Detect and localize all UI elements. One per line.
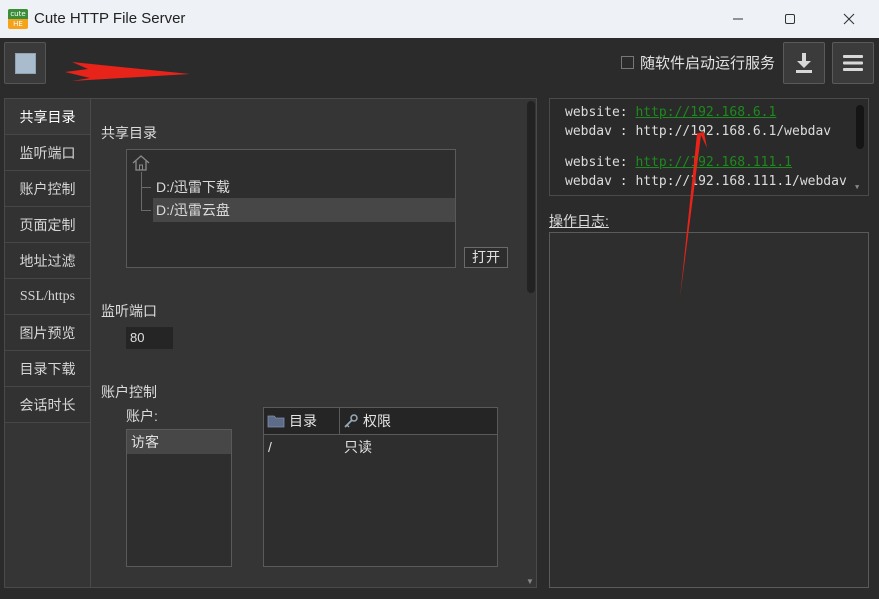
server-url-box: website: http://192.168.6.1 webdav : htt… bbox=[549, 98, 869, 196]
tab-session-duration[interactable]: 会话时长 bbox=[5, 387, 90, 423]
minimize-icon bbox=[733, 18, 743, 20]
minimize-button[interactable] bbox=[715, 0, 761, 38]
url-line: website: http://192.168.111.1 bbox=[565, 155, 792, 170]
shared-dir-item-selected[interactable]: D:/迅雷云盘 bbox=[153, 198, 455, 222]
shared-dirs-heading: 共享目录 bbox=[101, 125, 157, 141]
maximize-icon bbox=[785, 14, 795, 24]
tree-connector bbox=[141, 172, 142, 210]
website-link[interactable]: http://192.168.111.1 bbox=[635, 155, 792, 170]
toolbar: 随软件启动运行服务 bbox=[0, 38, 879, 90]
maximize-button[interactable] bbox=[767, 0, 813, 38]
tab-dir-download[interactable]: 目录下载 bbox=[5, 351, 90, 387]
settings-scrollbar[interactable] bbox=[527, 101, 535, 293]
autostart-checkbox[interactable] bbox=[621, 56, 634, 69]
download-icon bbox=[796, 53, 812, 73]
tab-image-preview[interactable]: 图片预览 bbox=[5, 315, 90, 351]
operation-log[interactable] bbox=[549, 232, 869, 588]
permission-table-header: 目录 权限 bbox=[264, 408, 497, 435]
settings-tabs: 共享目录 监听端口 账户控制 页面定制 地址过滤 SSL/https 图片预览 … bbox=[5, 99, 91, 587]
app-logo-icon: cute HE bbox=[8, 9, 28, 29]
port-input[interactable]: 80 bbox=[126, 327, 173, 349]
close-button[interactable] bbox=[826, 0, 872, 38]
account-item[interactable]: 访客 bbox=[127, 430, 231, 454]
tab-address-filter[interactable]: 地址过滤 bbox=[5, 243, 90, 279]
account-list[interactable]: 访客 bbox=[126, 429, 232, 567]
tab-page-custom[interactable]: 页面定制 bbox=[5, 207, 90, 243]
account-control-heading: 账户控制 bbox=[101, 384, 157, 400]
tab-shared-dirs[interactable]: 共享目录 bbox=[5, 99, 90, 135]
open-dir-button[interactable]: 打开 bbox=[464, 247, 508, 268]
autostart-label: 随软件启动运行服务 bbox=[640, 55, 776, 72]
url-line: website: http://192.168.6.1 bbox=[565, 105, 777, 120]
webdav-url: http://192.168.6.1/webdav bbox=[635, 124, 832, 139]
tab-ssl-https[interactable]: SSL/https bbox=[5, 279, 90, 315]
settings-panel: 共享目录 监听端口 账户控制 页面定制 地址过滤 SSL/https 图片预览 … bbox=[4, 98, 537, 588]
perm-value-cell: 只读 bbox=[344, 439, 372, 455]
shared-dirs-tree[interactable]: D:/迅雷下载 D:/迅雷云盘 bbox=[126, 149, 456, 268]
tab-listen-port[interactable]: 监听端口 bbox=[5, 135, 90, 171]
permission-table[interactable]: 目录 权限 / 只读 bbox=[263, 407, 498, 567]
start-stop-server-button[interactable] bbox=[4, 42, 46, 84]
tree-connector bbox=[141, 210, 151, 211]
scroll-down-icon[interactable]: ▼ bbox=[526, 577, 536, 586]
download-button[interactable] bbox=[783, 42, 825, 84]
autostart-option[interactable]: 随软件启动运行服务 bbox=[621, 52, 775, 73]
settings-content: 共享目录 D:/迅雷下载 D:/迅雷云盘 打开 监听端口 80 账户控制 账户:… bbox=[92, 99, 524, 587]
table-row[interactable]: / 只读 bbox=[264, 435, 497, 459]
hamburger-menu-icon bbox=[843, 55, 863, 71]
window-title: Cute HTTP File Server bbox=[34, 10, 186, 27]
column-header-dir[interactable]: 目录 bbox=[264, 408, 340, 434]
stop-icon bbox=[15, 53, 36, 74]
account-list-label: 账户: bbox=[126, 408, 158, 424]
url-line: webdav : http://192.168.6.1/webdav bbox=[565, 124, 832, 139]
perm-dir-cell: / bbox=[268, 439, 272, 455]
url-scrollbar[interactable] bbox=[856, 105, 864, 149]
column-header-perm[interactable]: 权限 bbox=[340, 408, 391, 434]
key-icon bbox=[344, 414, 358, 428]
home-icon bbox=[132, 155, 150, 171]
close-icon bbox=[843, 13, 855, 25]
menu-button[interactable] bbox=[832, 42, 874, 84]
log-heading: 操作日志: bbox=[549, 213, 609, 229]
website-link[interactable]: http://192.168.6.1 bbox=[635, 105, 776, 120]
listen-port-heading: 监听端口 bbox=[101, 303, 157, 319]
webdav-url: http://192.168.111.1/webdav bbox=[635, 174, 847, 189]
url-line: webdav : http://192.168.111.1/webdav bbox=[565, 174, 847, 189]
scroll-down-icon[interactable]: ▼ bbox=[855, 183, 859, 191]
tab-account-control[interactable]: 账户控制 bbox=[5, 171, 90, 207]
shared-dir-item[interactable]: D:/迅雷下载 bbox=[153, 175, 233, 199]
folder-icon bbox=[267, 415, 285, 428]
tree-connector bbox=[141, 187, 151, 188]
title-bar: cute HE Cute HTTP File Server bbox=[0, 0, 879, 38]
